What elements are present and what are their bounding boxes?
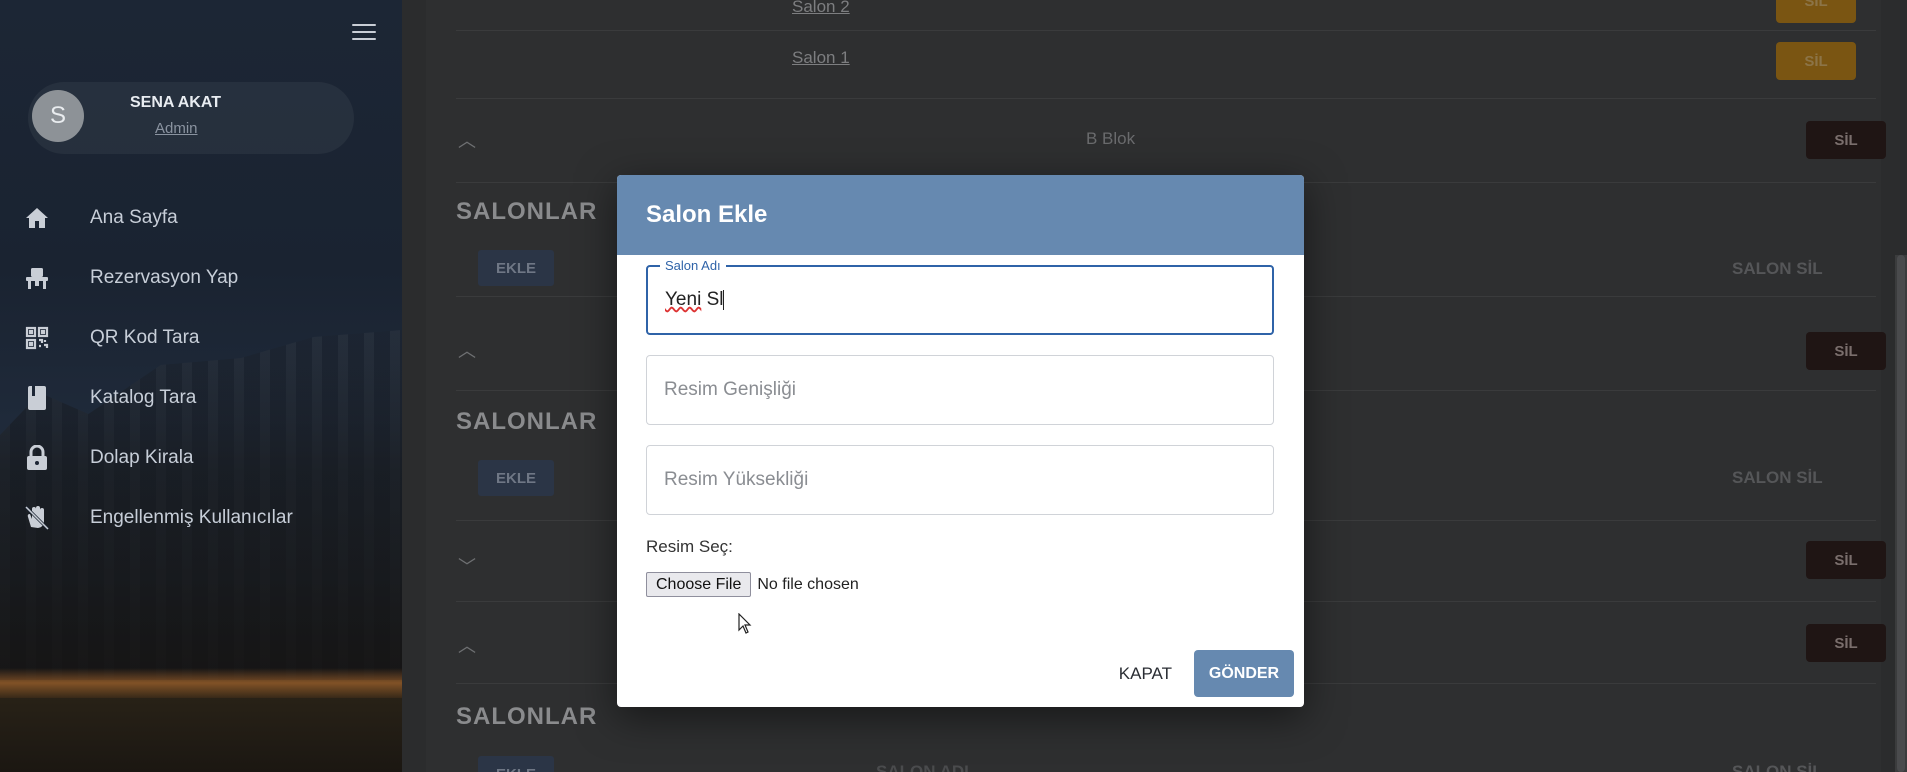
sidebar-item-label: Ana Sayfa <box>90 207 178 228</box>
column-header-salon-sil: SALON SİL <box>1732 468 1823 487</box>
chevron-up-icon[interactable]: ︿ <box>458 632 476 658</box>
delete-blok-button[interactable]: SİL <box>1806 541 1886 579</box>
salon-name-value-rest: Sl <box>701 289 724 310</box>
salon-name-input[interactable]: Yeni Sl <box>665 289 725 311</box>
submit-button[interactable]: GÖNDER <box>1194 650 1294 697</box>
salon-name-label: Salon Adı <box>660 258 726 273</box>
sidebar-background-glow <box>0 668 402 698</box>
add-salon-button[interactable]: EKLE <box>478 250 554 286</box>
sidebar-item-label: Engellenmiş Kullanıcılar <box>90 507 293 528</box>
dialog-header: Salon Ekle <box>617 175 1304 255</box>
chevron-up-icon[interactable]: ︿ <box>458 337 476 363</box>
user-name: SENA AKAT <box>130 94 221 111</box>
scrollbar-thumb[interactable] <box>1897 255 1905 772</box>
dialog-actions: KAPAT GÖNDER <box>1105 650 1294 697</box>
add-salon-button[interactable]: EKLE <box>478 460 554 496</box>
qr-code-icon <box>24 325 50 351</box>
sidebar-item-dolap-kirala[interactable]: Dolap Kirala <box>0 428 402 488</box>
block-hand-icon <box>24 505 50 531</box>
delete-salon-button[interactable]: SİL <box>1776 0 1856 23</box>
file-status: No file chosen <box>757 575 859 593</box>
delete-salon-button[interactable]: SİL <box>1776 42 1856 80</box>
text-caret <box>723 289 725 310</box>
image-width-field[interactable] <box>646 355 1274 425</box>
image-select-label: Resim Seç: <box>646 537 733 556</box>
image-height-field[interactable] <box>646 445 1274 515</box>
add-salon-dialog: Salon Ekle Salon Adı Yeni Sl Resim Seç: … <box>617 175 1304 707</box>
sidebar-item-label: Rezervasyon Yap <box>90 267 239 288</box>
salon-link[interactable]: Salon 1 <box>792 48 850 68</box>
image-width-input[interactable] <box>647 356 1273 424</box>
menu-toggle-icon[interactable] <box>352 24 376 44</box>
page-scrollbar[interactable] <box>1895 255 1907 772</box>
section-title: SALONLAR <box>456 703 598 730</box>
chevron-up-icon[interactable]: ︿ <box>458 127 476 153</box>
column-header-salon-adi: SALON ADI <box>876 762 969 772</box>
sidebar-item-ana-sayfa[interactable]: Ana Sayfa <box>0 188 402 248</box>
sidebar-item-rezervasyon-yap[interactable]: Rezervasyon Yap <box>0 248 402 308</box>
blok-name: B Blok <box>1086 129 1136 148</box>
sidebar-nav: Ana Sayfa Rezervasyon Yap QR Kod Tara Ka… <box>0 188 402 548</box>
choose-file-button[interactable]: Choose File <box>646 572 752 597</box>
salon-name-field[interactable]: Salon Adı Yeni Sl <box>646 258 1274 335</box>
section-title: SALONLAR <box>456 198 598 225</box>
salon-link[interactable]: Salon 2 <box>792 0 850 17</box>
image-height-input[interactable] <box>647 446 1273 514</box>
chevron-down-icon[interactable]: ﹀ <box>458 553 476 579</box>
close-button[interactable]: KAPAT <box>1105 650 1186 697</box>
section-title: SALONLAR <box>456 408 598 435</box>
sidebar: S SENA AKAT Admin Ana Sayfa Rezervasyon … <box>0 0 402 772</box>
column-header-salon-sil: SALON SİL <box>1732 762 1823 772</box>
chair-icon <box>24 265 50 291</box>
dialog-title: Salon Ekle <box>646 201 768 228</box>
delete-blok-button[interactable]: SİL <box>1806 121 1886 159</box>
sidebar-item-label: Dolap Kirala <box>90 447 194 468</box>
delete-blok-button[interactable]: SİL <box>1806 624 1886 662</box>
file-picker: Choose File No file chosen <box>646 572 859 597</box>
sidebar-item-label: Katalog Tara <box>90 387 197 408</box>
sidebar-item-katalog-tara[interactable]: Katalog Tara <box>0 368 402 428</box>
delete-blok-button[interactable]: SİL <box>1806 332 1886 370</box>
book-icon <box>24 385 50 411</box>
column-header-salon-sil: SALON SİL <box>1732 259 1823 278</box>
user-role-link[interactable]: Admin <box>155 120 198 137</box>
table-row: Salon 2 SİL <box>456 0 1876 31</box>
sidebar-item-label: QR Kod Tara <box>90 327 200 348</box>
sidebar-item-qr-kod-tara[interactable]: QR Kod Tara <box>0 308 402 368</box>
avatar: S <box>32 90 84 142</box>
home-icon <box>24 205 50 231</box>
user-card: S SENA AKAT Admin <box>28 82 354 154</box>
mouse-pointer-icon <box>738 613 752 634</box>
lock-icon <box>24 445 50 471</box>
table-row: Salon 1 SİL <box>456 31 1876 99</box>
table-row: ︿ B Blok SİL <box>456 99 1886 183</box>
sidebar-item-engellenmis-kullanicilar[interactable]: Engellenmiş Kullanıcılar <box>0 488 402 548</box>
add-salon-button[interactable]: EKLE <box>478 756 554 772</box>
salon-name-value-misspelled: Yeni <box>665 289 702 310</box>
